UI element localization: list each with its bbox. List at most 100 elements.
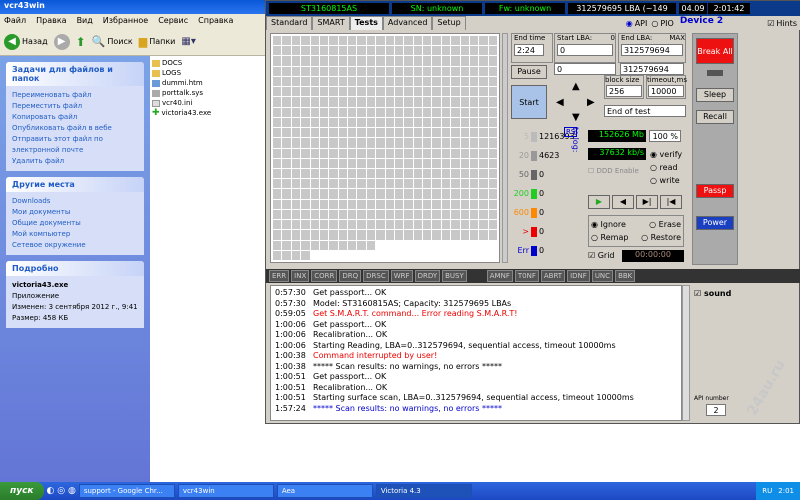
skip-forward-icon[interactable]: ▶| — [636, 195, 658, 209]
api-number-input[interactable]: 2 — [706, 404, 726, 416]
views-icon[interactable]: ▦▾ — [181, 36, 195, 47]
pio-radio[interactable]: ○ PIO — [651, 16, 673, 30]
forward-button[interactable]: ▶ — [53, 33, 70, 50]
ignore-radio[interactable]: ◉ Ignore — [591, 218, 626, 231]
remap-radio[interactable]: ○ Remap — [591, 231, 628, 244]
rs-button[interactable]: RS — [564, 127, 578, 137]
scan-block — [282, 148, 291, 158]
task-aea[interactable]: Aea — [276, 484, 373, 498]
scan-block — [394, 66, 404, 76]
place-network[interactable]: Сетевое окружение — [12, 240, 138, 251]
folders-button[interactable]: ▆ Папки — [139, 35, 176, 48]
menu-tools[interactable]: Сервис — [158, 16, 188, 26]
file-item[interactable]: DOCS — [152, 58, 263, 68]
scan-block — [291, 240, 301, 250]
search-button[interactable]: 🔍 Поиск — [92, 35, 133, 48]
place-my-documents[interactable]: Мои документы — [12, 207, 138, 218]
task-publish[interactable]: Опубликовать файл в вебе — [12, 123, 138, 134]
details-title[interactable]: Подробно — [6, 261, 144, 276]
read-radio[interactable]: ○ read — [650, 161, 682, 174]
tab-standard[interactable]: Standard — [266, 16, 313, 30]
api-radio[interactable]: ◉ API — [626, 16, 648, 30]
play-icon[interactable]: ▶ — [588, 195, 610, 209]
menu-edit[interactable]: Правка — [36, 16, 66, 26]
file-item[interactable]: vcr40.ini — [152, 98, 263, 108]
right-arrow-icon[interactable]: ▶ — [587, 97, 595, 108]
erase-radio[interactable]: ○ Erase — [649, 218, 681, 231]
break-all-button[interactable]: Break All — [696, 38, 734, 64]
file-item[interactable]: LOGS — [152, 68, 263, 78]
place-my-computer[interactable]: Мой компьютер — [12, 229, 138, 240]
zero-button[interactable]: 0 — [611, 34, 615, 42]
log-scrollbar[interactable] — [682, 285, 690, 421]
tab-smart[interactable]: SMART — [312, 16, 350, 30]
down-arrow-icon[interactable]: ▼ — [572, 112, 580, 123]
back-button[interactable]: ◀ Назад — [4, 33, 48, 50]
skip-back-icon[interactable]: |◀ — [660, 195, 682, 209]
language-indicator[interactable]: RU — [762, 482, 772, 500]
passp-button[interactable]: Passp — [696, 184, 734, 198]
log-time: 0:57:30 — [275, 298, 306, 308]
start-lba-input[interactable]: 0 — [557, 44, 613, 56]
file-item[interactable]: ✚ victoria43.exe — [152, 108, 263, 118]
task-victoria[interactable]: Victoria 4.3 — [375, 484, 472, 498]
end-lba-input[interactable]: 312579694 — [621, 44, 683, 56]
grid-checkbox[interactable]: ☑ Grid — [588, 251, 615, 260]
task-delete[interactable]: Удалить файл — [12, 156, 138, 167]
task-explorer[interactable]: vcr43win — [177, 484, 274, 498]
sleep-button[interactable]: Sleep — [696, 88, 734, 102]
tab-tests[interactable]: Tests — [349, 16, 383, 30]
file-item[interactable]: dummi.htm — [152, 78, 263, 88]
end-of-test-select[interactable]: End of test — [604, 105, 686, 117]
hints-checkbox[interactable]: ☑ Hints — [767, 16, 797, 30]
ddd-checkbox[interactable]: ☐ DDD Enable — [588, 167, 639, 175]
write-radio[interactable]: ○ write — [650, 174, 682, 187]
verify-radio[interactable]: ◉ verify — [650, 148, 682, 161]
scan-block — [273, 240, 282, 250]
restore-radio[interactable]: ○ Restore — [641, 231, 681, 244]
task-copy[interactable]: Копировать файл — [12, 112, 138, 123]
end-time-input[interactable]: 2:24 — [514, 44, 544, 56]
task-email[interactable]: Отправить этот файл по электронной почте — [12, 134, 138, 156]
scan-block — [357, 117, 366, 128]
task-move[interactable]: Переместить файл — [12, 101, 138, 112]
task-chrome[interactable]: support - Google Chr... — [78, 484, 175, 498]
other-places-title[interactable]: Другие места — [6, 177, 144, 192]
up-arrow-icon[interactable]: ▲ — [572, 81, 580, 92]
start-button[interactable]: Start — [511, 85, 547, 119]
scan-block — [310, 97, 319, 107]
place-shared-documents[interactable]: Общие документы — [12, 218, 138, 229]
rewind-icon[interactable]: ◀ — [612, 195, 634, 209]
tab-setup[interactable]: Setup — [432, 16, 466, 30]
scan-block — [479, 56, 488, 66]
scan-block — [423, 97, 432, 107]
scan-block — [376, 56, 385, 66]
scan-block — [479, 199, 488, 209]
file-tasks-title[interactable]: Задачи для файлов и папок — [6, 62, 144, 86]
tab-advanced[interactable]: Advanced — [382, 16, 433, 30]
scan-block — [357, 179, 366, 189]
grid-scrollbar[interactable] — [502, 33, 508, 263]
menu-favorites[interactable]: Избранное — [103, 16, 148, 26]
menu-help[interactable]: Справка — [198, 16, 233, 26]
scan-block — [460, 107, 469, 117]
task-rename[interactable]: Переименовать файл — [12, 90, 138, 101]
block-size-select[interactable]: 256 — [606, 85, 642, 97]
up-folder-icon[interactable]: ⬆ — [76, 35, 86, 49]
place-downloads[interactable]: Downloads — [12, 196, 138, 207]
scan-block — [479, 168, 488, 179]
menu-view[interactable]: Вид — [77, 16, 93, 26]
power-button[interactable]: Power — [696, 216, 734, 230]
left-arrow-icon[interactable]: ◀ — [556, 97, 564, 108]
pause-button[interactable]: Pause — [511, 65, 547, 79]
menu-file[interactable]: Файл — [4, 16, 26, 26]
scan-block — [282, 250, 291, 260]
timeout-select[interactable]: 10000 — [648, 85, 684, 97]
file-item[interactable]: porttalk.sys — [152, 88, 263, 98]
recall-button[interactable]: Recall — [696, 110, 734, 124]
sound-checkbox[interactable]: ☑ sound — [694, 289, 731, 298]
start-button[interactable]: пуск — [0, 482, 44, 500]
max-button[interactable]: MAX — [669, 34, 685, 42]
quicklaunch-icons[interactable]: ◐ ◎ ◍ — [47, 486, 76, 496]
scan-block — [282, 230, 291, 240]
